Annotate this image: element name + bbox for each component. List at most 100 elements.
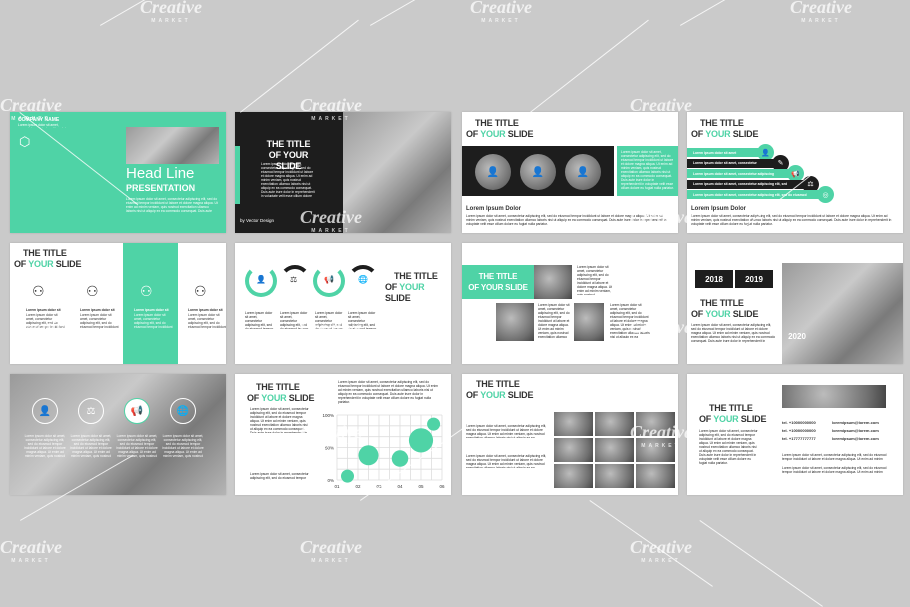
step-bar: Lorem ipsum dolor sit amet, consectetur <box>687 158 780 168</box>
year-2020: 2020 <box>788 331 806 341</box>
x-tick-label: 01 <box>334 484 340 489</box>
megaphone-icon: 📢 <box>324 275 334 284</box>
x-tick-label: 05 <box>418 484 424 489</box>
step-bar: Lorem ipsum dolor sit amet, consectetur … <box>687 169 795 178</box>
y-tick-label: 0% <box>327 478 334 483</box>
watermark: Creative MARKET <box>140 0 202 24</box>
user-icon: ⚇ <box>86 283 99 299</box>
timeline-text: Lorem ipsum dolor sit amet, consectetur … <box>691 323 776 343</box>
globe-icon: 🌐 <box>358 275 368 284</box>
watermark: Creative MARKET <box>630 95 692 122</box>
contact-note: Lorem ipsum dolor sit amet, consectetur … <box>782 466 887 474</box>
gallery-text: Lorem ipsum dolor sit amet, consectetur … <box>577 265 612 295</box>
chart-note: Lorem ipsum dolor sit amet, consectetur … <box>250 472 309 480</box>
watermark-line <box>699 520 823 607</box>
contact-email[interactable]: loremipsum@lorem.com <box>832 420 879 425</box>
watermark-line <box>589 500 713 587</box>
year-2019: 2019 <box>735 270 773 288</box>
watermark: Creative MARKET <box>630 317 692 344</box>
item-text: Lorem ipsum dolor sit amet, consectetur … <box>134 313 173 329</box>
slide-title: THE TITLE OF YOUR SLIDE <box>385 271 438 303</box>
watermark: Creative MARKET <box>300 422 362 449</box>
contact-note: Lorem ipsum dolor sit amet, consectetur … <box>782 453 887 461</box>
team-text: Lorem ipsum dolor sit amet, consectetur … <box>617 146 678 196</box>
bubble <box>427 417 441 431</box>
contact-phone: tel. +17777777777 <box>782 436 816 441</box>
slide-title: THE TITLE OF YOUR SLIDE <box>466 379 534 400</box>
headline: Head Line <box>126 165 195 182</box>
body-text: Lorem ipsum dolor sit amet, consectetur … <box>691 214 892 226</box>
slide-title: THE TITLE OF YOUR SLIDE <box>462 265 534 299</box>
watermark: Creative MARKET <box>10 317 72 344</box>
portfolio-photo <box>595 412 634 436</box>
portfolio-photo <box>554 464 593 488</box>
cover-photo <box>126 127 219 164</box>
service-text: Lorem ipsum dolor sit amet, consectetur … <box>116 434 158 458</box>
x-tick-label: 04 <box>397 484 403 489</box>
watermark: Creative MARKET <box>300 537 362 564</box>
timeline-photo <box>782 263 903 364</box>
slide-title: THE TITLE OF YOUR SLIDE <box>466 118 534 139</box>
contact-text: Lorem ipsum dolor sit amet, consectetur … <box>699 429 758 465</box>
slide-title: THE TITLE OF YOUR SLIDE <box>699 403 767 424</box>
portfolio-text: Lorem ipsum dolor sit amet, consectetur … <box>466 454 547 468</box>
slide-steps[interactable]: THE TITLE OF YOUR SLIDE Lorem ipsum dolor… <box>687 112 903 233</box>
slide-title: THE TITLE OF YOUR SLIDE <box>691 298 759 319</box>
bubble <box>391 450 409 467</box>
watermark: Creative MARKET <box>630 537 692 564</box>
section-heading: Lorem Ipsum Dolor <box>691 206 747 212</box>
item-heading: Lorem ipsum dolor sit amet <box>80 308 115 312</box>
year-2018: 2018 <box>695 270 733 288</box>
service-text: Lorem ipsum dolor sit amet, consectetur … <box>24 434 66 458</box>
gallery-photo <box>534 265 572 299</box>
portfolio-text: Lorem ipsum dolor sit amet, consectetur … <box>466 424 547 438</box>
watermark: Creative MARKET <box>300 207 362 234</box>
x-tick-label: 02 <box>355 484 361 489</box>
cover-text: Lorem ipsum dolor sit amet, consectetur … <box>126 197 218 213</box>
slide-contacts[interactable]: THE TITLE OF YOUR SLIDE Lorem ipsum dolor… <box>687 374 903 495</box>
megaphone-icon: 📢 <box>124 398 150 424</box>
watermark: Creative MARKET <box>790 0 852 24</box>
contact-phone: tel. +10000000000 <box>782 428 816 433</box>
watermark-line <box>680 0 802 26</box>
contact-email[interactable]: loremipsum@lorem.com <box>832 428 879 433</box>
slide-timeline[interactable]: 2018 2019 2020 THE TITLE OF YOUR SLIDE Lo… <box>687 243 903 364</box>
chart-description: Lorem ipsum dolor sit amet, consectetur … <box>338 380 438 404</box>
watermark: Creative MARKET <box>300 95 362 122</box>
byline: by Vector Design <box>240 218 275 223</box>
scales-icon: ⚖ <box>290 275 298 284</box>
user-icon: ⚇ <box>194 283 207 299</box>
process-text: Lorem ipsum dolor sit amet, consectetur … <box>245 311 274 329</box>
contact-photo <box>782 385 886 408</box>
contact-email[interactable]: loremipsum@lorem.com <box>832 436 879 441</box>
watermark: Creative MARKET <box>300 317 362 344</box>
user-tie-icon: 👤 <box>256 275 266 284</box>
slide-services[interactable]: 👤 Lorem ipsum dolor sit amet, consectetu… <box>10 374 226 495</box>
item-text: Lorem ipsum dolor sit amet, consectetur … <box>80 313 119 329</box>
slide-title: THE TITLE OF YOUR SLIDE <box>247 382 315 403</box>
target-icon: ◎ <box>817 186 834 203</box>
user-icon: 👤 <box>565 154 601 190</box>
gallery-text: Lorem ipsum dolor sit amet, consectetur … <box>538 303 570 338</box>
service-text: Lorem ipsum dolor sit amet, consectetur … <box>162 434 204 458</box>
user-icon: 👤 <box>475 154 511 190</box>
portfolio-photo <box>636 464 675 488</box>
watermark: Creative MARKET <box>630 207 692 234</box>
service-text: Lorem ipsum dolor sit amet, consectetur … <box>70 434 112 458</box>
step-bar: Lorem ipsum dolor sit amet, consectetur … <box>687 179 810 189</box>
step-bar: Lorem ipsum dolor sit amet, consectetur … <box>687 190 825 199</box>
bubble <box>341 469 354 483</box>
portfolio-photo <box>595 438 634 462</box>
user-icon: ⚇ <box>140 283 153 299</box>
contact-phone: tel. +10000000000 <box>782 420 816 425</box>
watermark: Creative MARKET <box>0 537 62 564</box>
globe-icon: 🌐 <box>170 398 196 424</box>
x-tick-label: 06 <box>439 484 445 489</box>
user-tie-icon: 👤 <box>32 398 58 424</box>
portfolio-photo <box>554 438 593 462</box>
accent-bar <box>235 146 240 204</box>
watermark: Creative MARKET <box>470 0 532 24</box>
intro-text: Lorem ipsum dolor sit amet, consectetur … <box>261 162 315 197</box>
section-heading: Lorem Ipsum Dolor <box>466 206 522 212</box>
subheadline: PRESENTATION <box>126 183 196 193</box>
